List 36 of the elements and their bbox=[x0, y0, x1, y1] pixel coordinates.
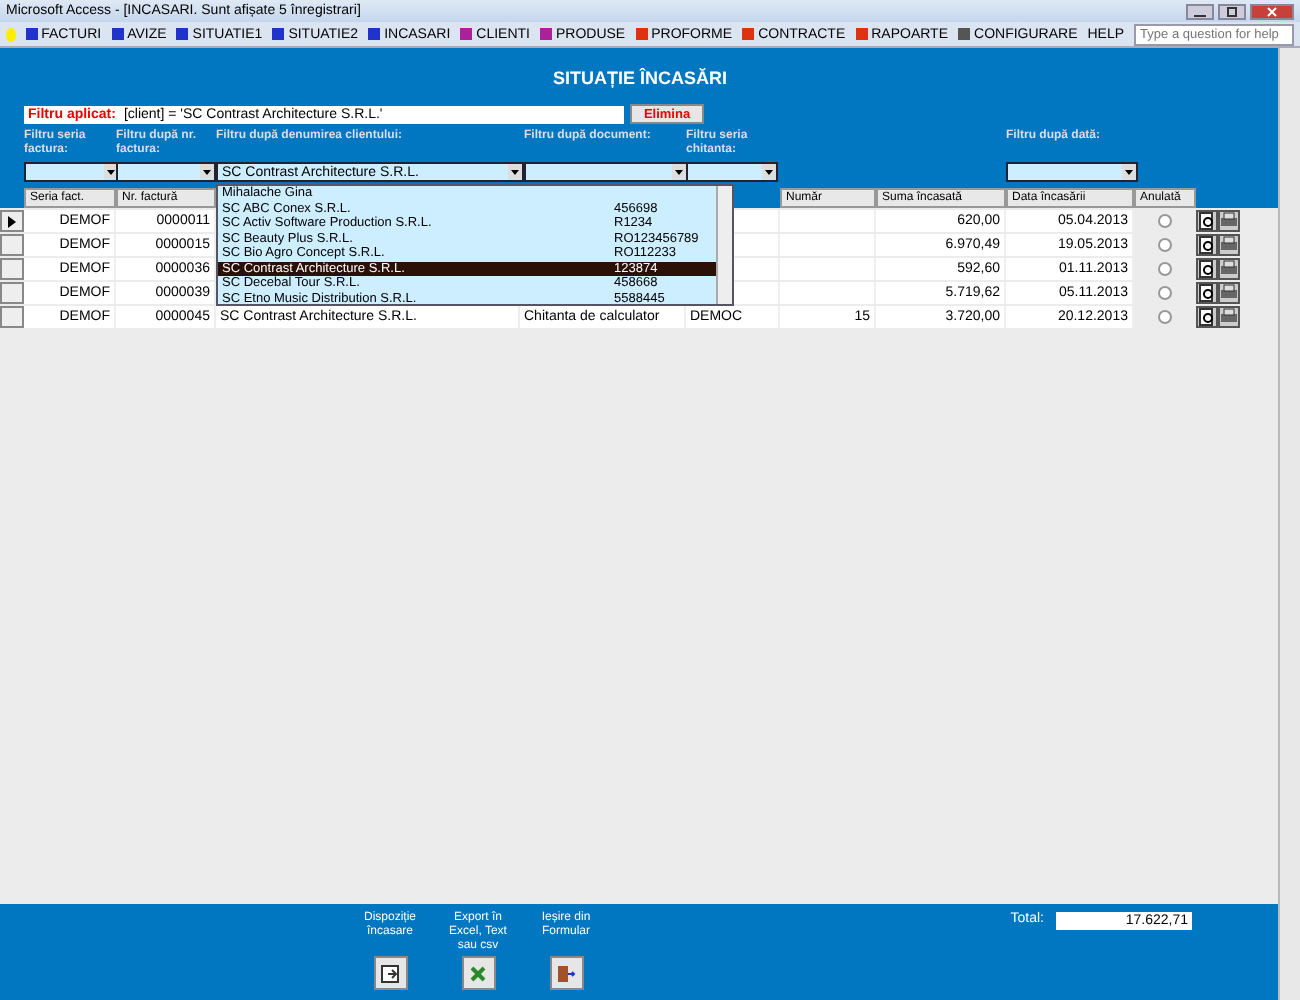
print-preview-icon[interactable] bbox=[1196, 306, 1218, 328]
scrollbar[interactable] bbox=[716, 186, 732, 304]
cancelled-radio[interactable] bbox=[1158, 286, 1172, 300]
scrollbar[interactable] bbox=[1278, 48, 1300, 1000]
print-preview-icon[interactable] bbox=[1196, 210, 1218, 232]
filter-combo[interactable] bbox=[116, 162, 216, 182]
dropdown-arrow-icon[interactable] bbox=[1122, 164, 1136, 180]
filter-combo[interactable] bbox=[1006, 162, 1138, 182]
print-preview-icon[interactable] bbox=[1196, 258, 1218, 280]
circle-icon bbox=[6, 27, 16, 41]
form-icon-button[interactable] bbox=[373, 956, 407, 990]
row-selector[interactable] bbox=[0, 210, 24, 232]
dropdown-arrow-icon[interactable] bbox=[672, 164, 686, 180]
printer-icon[interactable] bbox=[1218, 306, 1240, 328]
maximize-button[interactable] bbox=[1218, 3, 1246, 19]
print-preview-icon[interactable] bbox=[1196, 234, 1218, 256]
filter-combo[interactable] bbox=[686, 162, 778, 182]
printer-icon[interactable] bbox=[1218, 210, 1240, 232]
close-button[interactable] bbox=[1250, 3, 1294, 19]
print-preview-icon[interactable] bbox=[1196, 282, 1218, 304]
dropdown-arrow-icon[interactable] bbox=[200, 164, 214, 180]
dropdown-arrow-icon[interactable] bbox=[508, 164, 522, 180]
cancelled-radio[interactable] bbox=[1158, 262, 1172, 276]
door-arrow-icon bbox=[556, 963, 576, 983]
form-title: SITUAȚIE ÎNCASĂRI bbox=[550, 68, 729, 92]
cancelled-radio[interactable] bbox=[1158, 238, 1172, 252]
filter-combo[interactable] bbox=[524, 162, 688, 182]
cancelled-radio[interactable] bbox=[1158, 214, 1172, 228]
printer-icon[interactable] bbox=[1218, 234, 1240, 256]
dropdown-arrow-icon[interactable] bbox=[762, 164, 776, 180]
cancelled-radio[interactable] bbox=[1158, 310, 1172, 324]
printer-icon[interactable] bbox=[1218, 282, 1240, 304]
filter-combo[interactable] bbox=[24, 162, 120, 182]
cross-icon bbox=[468, 963, 488, 983]
minimize-button[interactable] bbox=[1186, 3, 1214, 19]
printer-icon[interactable] bbox=[1218, 258, 1240, 280]
